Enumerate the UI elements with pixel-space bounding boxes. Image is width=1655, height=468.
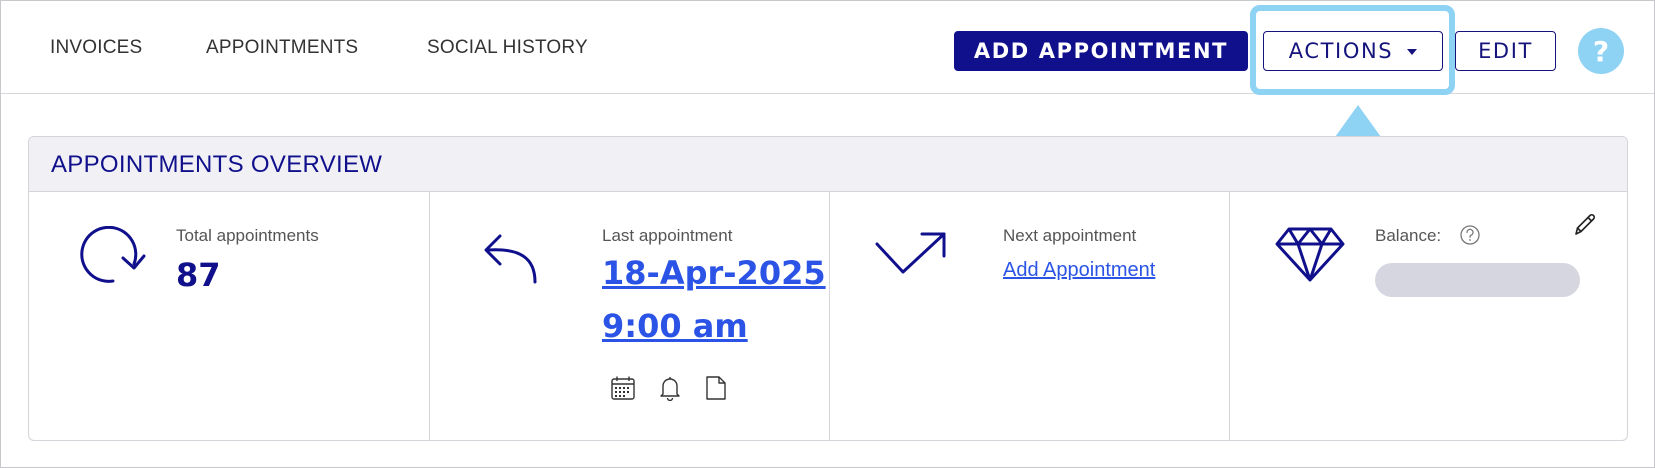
add-appointment-button[interactable]: ADD APPOINTMENT [954,31,1248,71]
bell-icon[interactable] [658,375,682,401]
last-appointment-card: Last appointment 18-Apr-2025 9:00 am [429,192,829,440]
add-appointment-label: ADD APPOINTMENT [973,39,1229,63]
panel-title: APPOINTMENTS OVERVIEW [51,151,383,178]
actions-dropdown-button[interactable]: ACTIONS [1263,31,1443,71]
undo-arrow-icon [484,234,537,284]
trend-arrow-icon [875,232,946,274]
last-appointment-date-link[interactable]: 18-Apr-2025 [602,247,826,300]
total-appointments-card: Total appointments 87 [29,192,429,440]
help-question-icon: ? [1592,34,1610,68]
calendar-icon[interactable] [610,375,636,401]
help-circle-icon[interactable] [1459,224,1481,246]
total-appointments-value: 87 [176,256,221,294]
pencil-edit-icon[interactable] [1571,211,1599,239]
refresh-icon [80,226,146,283]
tab-invoices[interactable]: INVOICES [50,37,142,59]
balance-card: Balance: [1229,192,1627,440]
top-nav-bar: INVOICES APPOINTMENTS SOCIAL HISTORY ADD… [1,1,1654,95]
tab-appointments[interactable]: APPOINTMENTS [206,37,358,59]
help-button[interactable]: ? [1578,28,1624,74]
document-icon[interactable] [704,375,728,401]
last-appointment-time-link[interactable]: 9:00 am [602,300,748,353]
edit-button[interactable]: EDIT [1455,31,1556,71]
tab-social-history[interactable]: SOCIAL HISTORY [427,37,588,59]
appointments-overview-panel: APPOINTMENTS OVERVIEW Total appointments… [28,136,1628,441]
balance-value-placeholder [1375,263,1580,297]
next-appointment-label: Next appointment [1003,226,1137,245]
add-appointment-link[interactable]: Add Appointment [1003,259,1155,282]
diamond-icon [1275,227,1345,282]
caret-down-icon [1407,49,1418,55]
balance-label: Balance: [1375,226,1442,245]
edit-label: EDIT [1478,39,1533,63]
actions-label: ACTIONS [1288,39,1394,63]
last-appointment-label: Last appointment [602,226,733,245]
app-frame: INVOICES APPOINTMENTS SOCIAL HISTORY ADD… [0,0,1655,468]
panel-header: APPOINTMENTS OVERVIEW [29,137,1627,192]
total-appointments-label: Total appointments [176,226,319,245]
next-appointment-card: Next appointment Add Appointment [829,192,1229,440]
